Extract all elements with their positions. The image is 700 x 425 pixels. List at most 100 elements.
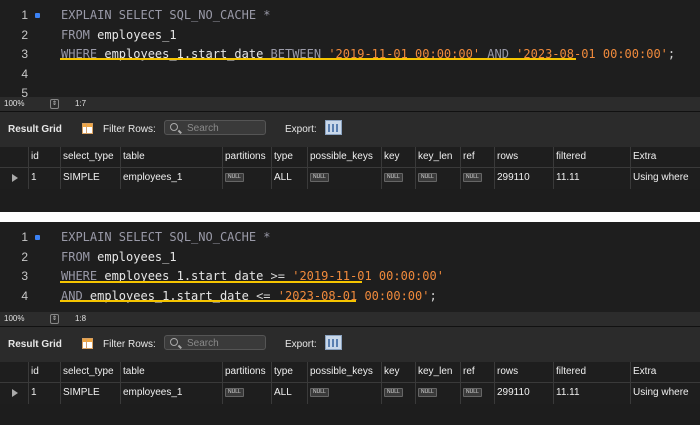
editor-line[interactable]: 3 WHERE employees_1.start_date BETWEEN '2… — [0, 45, 700, 65]
table-cell-type[interactable]: ALL — [271, 168, 307, 189]
export-icon[interactable] — [325, 120, 342, 135]
row-selector-arrow-icon[interactable] — [12, 389, 18, 397]
column-header-table[interactable]: table — [120, 147, 222, 167]
editor-line[interactable]: 4 AND employees_1.start_date <= '2023-08-… — [0, 287, 700, 307]
null-badge: NULL — [225, 387, 244, 397]
filter-search-input[interactable]: Search — [164, 120, 266, 135]
table-cell-rows[interactable]: 299110 — [494, 383, 553, 404]
search-icon — [170, 123, 178, 131]
column-header-select_type[interactable]: select_type — [60, 362, 120, 382]
column-header-table[interactable]: table — [120, 362, 222, 382]
table-cell-key_len[interactable]: NULL — [415, 383, 460, 404]
column-header-type[interactable]: type — [271, 362, 307, 382]
table-row[interactable]: 1 SIMPLE employees_1 NULL ALL NULL NULL NULL NUL… — [0, 382, 700, 404]
line-number: 1 — [21, 8, 28, 22]
table-cell-key[interactable]: NULL — [381, 168, 415, 189]
table-cell-select_type[interactable]: SIMPLE — [60, 383, 120, 404]
editor-line[interactable]: 3 WHERE employees_1.start_date >= '2019-1… — [0, 267, 700, 287]
column-header-rows[interactable]: rows — [494, 362, 553, 382]
column-header-ref[interactable]: ref — [460, 147, 494, 167]
code-text[interactable]: WHERE employees_1.start_date >= '2019-11… — [61, 267, 444, 287]
code-text[interactable]: AND employees_1.start_date <= '2023-08-0… — [61, 287, 437, 307]
zoom-stepper-icon[interactable]: ⇕ — [50, 314, 59, 324]
code-text[interactable]: FROM employees_1 — [61, 26, 177, 46]
breakpoint-marker-icon[interactable] — [35, 235, 40, 240]
editor-line[interactable]: 1 EXPLAIN SELECT SQL_NO_CACHE * — [0, 6, 700, 26]
editor-line[interactable]: 1 EXPLAIN SELECT SQL_NO_CACHE * — [0, 228, 700, 248]
export-label: Export: — [285, 124, 317, 135]
editor-line[interactable]: 2 FROM employees_1 — [0, 248, 700, 268]
column-header-partitions[interactable]: partitions — [222, 147, 271, 167]
export-icon[interactable] — [325, 335, 342, 350]
sql-editor[interactable]: 1 EXPLAIN SELECT SQL_NO_CACHE * 2 FROM empl… — [0, 222, 700, 312]
null-badge: NULL — [463, 172, 482, 182]
column-header-key[interactable]: key — [381, 147, 415, 167]
code-text[interactable]: WHERE employees_1.start_date BETWEEN '20… — [61, 45, 675, 65]
code-text[interactable]: EXPLAIN SELECT SQL_NO_CACHE * — [61, 228, 271, 248]
code-text[interactable]: EXPLAIN SELECT SQL_NO_CACHE * — [61, 6, 271, 26]
line-number: 4 — [21, 288, 28, 303]
null-badge: NULL — [384, 387, 403, 397]
column-header-ref[interactable]: ref — [460, 362, 494, 382]
search-placeholder: Search — [187, 123, 219, 134]
column-header-Extra[interactable]: Extra — [630, 362, 700, 382]
result-grid-tab[interactable]: Result Grid — [8, 339, 62, 350]
column-header-possible_keys[interactable]: possible_keys — [307, 147, 381, 167]
column-header-filtered[interactable]: filtered — [553, 362, 630, 382]
zoom-level[interactable]: 100% — [4, 312, 24, 326]
grid-view-icon[interactable] — [82, 338, 93, 349]
export-label: Export: — [285, 339, 317, 350]
table-cell-Extra[interactable]: Using where — [630, 383, 700, 404]
column-header-filtered[interactable]: filtered — [553, 147, 630, 167]
column-header-type[interactable]: type — [271, 147, 307, 167]
zoom-level[interactable]: 100% — [4, 97, 24, 111]
editor-line[interactable]: 4 — [0, 65, 700, 85]
column-header-possible_keys[interactable]: possible_keys — [307, 362, 381, 382]
zoom-stepper-icon[interactable]: ⇕ — [50, 99, 59, 109]
table-cell-filtered[interactable]: 11.11 — [553, 168, 630, 189]
line-number: 3 — [21, 47, 28, 61]
sql-token: employees_1 — [97, 249, 177, 264]
table-row[interactable]: 1 SIMPLE employees_1 NULL ALL NULL NULL NULL NUL… — [0, 167, 700, 189]
table-cell-id[interactable]: 1 — [28, 383, 60, 404]
table-cell-ref[interactable]: NULL — [460, 383, 494, 404]
table-cell-possible_keys[interactable]: NULL — [307, 168, 381, 189]
table-cell-table[interactable]: employees_1 — [120, 383, 222, 404]
sql-editor[interactable]: 1 EXPLAIN SELECT SQL_NO_CACHE * 2 FROM empl… — [0, 0, 700, 100]
column-header-id[interactable]: id — [28, 362, 60, 382]
grid-view-icon[interactable] — [82, 123, 93, 134]
table-cell-rows[interactable]: 299110 — [494, 168, 553, 189]
filter-search-input[interactable]: Search — [164, 335, 266, 350]
table-cell-table[interactable]: employees_1 — [120, 168, 222, 189]
column-header-rows[interactable]: rows — [494, 147, 553, 167]
table-cell-id[interactable]: 1 — [28, 168, 60, 189]
table-cell-possible_keys[interactable]: NULL — [307, 383, 381, 404]
column-header-select_type[interactable]: select_type — [60, 147, 120, 167]
table-cell-Extra[interactable]: Using where — [630, 168, 700, 189]
column-header-key_len[interactable]: key_len — [415, 362, 460, 382]
null-badge: NULL — [463, 387, 482, 397]
table-cell-filtered[interactable]: 11.11 — [553, 383, 630, 404]
editor-line[interactable]: 2 FROM employees_1 — [0, 26, 700, 46]
code-text[interactable]: FROM employees_1 — [61, 248, 177, 268]
column-header-id[interactable]: id — [28, 147, 60, 167]
table-cell-type[interactable]: ALL — [271, 383, 307, 404]
column-header-Extra[interactable]: Extra — [630, 147, 700, 167]
column-header-partitions[interactable]: partitions — [222, 362, 271, 382]
sql-token: FROM — [61, 27, 98, 42]
table-cell-partitions[interactable]: NULL — [222, 168, 271, 189]
column-header-key_len[interactable]: key_len — [415, 147, 460, 167]
column-header-key[interactable]: key — [381, 362, 415, 382]
sql-token: ; — [667, 47, 676, 61]
search-icon — [170, 338, 178, 346]
table-cell-key[interactable]: NULL — [381, 383, 415, 404]
line-number: 4 — [21, 66, 28, 81]
breakpoint-marker-icon[interactable] — [35, 13, 40, 18]
table-cell-select_type[interactable]: SIMPLE — [60, 168, 120, 189]
table-cell-key_len[interactable]: NULL — [415, 168, 460, 189]
table-cell-partitions[interactable]: NULL — [222, 383, 271, 404]
table-cell-ref[interactable]: NULL — [460, 168, 494, 189]
result-toolbar: Result Grid Filter Rows: Search Export: — [0, 111, 700, 147]
result-grid-tab[interactable]: Result Grid — [8, 124, 62, 135]
row-selector-arrow-icon[interactable] — [12, 174, 18, 182]
